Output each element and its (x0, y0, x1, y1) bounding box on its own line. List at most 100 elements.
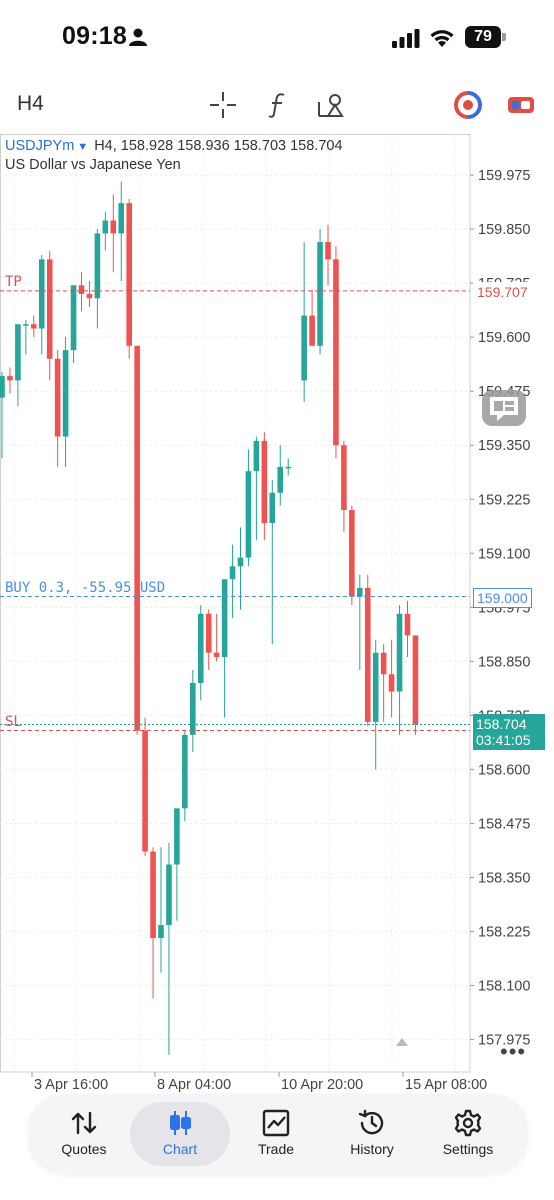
y-tick-label: 158.850 (478, 654, 530, 670)
chat-fab[interactable] (482, 390, 526, 426)
nav-chart[interactable]: Chart (130, 1102, 230, 1166)
candle-body (166, 864, 172, 926)
candle-body (158, 925, 164, 938)
candle-body (118, 203, 125, 234)
bottom-navigation: Quotes Chart Trade History Settings (28, 1094, 528, 1174)
y-tick-label: 158.600 (478, 762, 530, 778)
candle-body (110, 220, 117, 234)
candle-body (396, 613, 403, 692)
nav-settings[interactable]: Settings (418, 1102, 518, 1166)
timeframe-button[interactable]: H4 (17, 92, 44, 116)
y-tick-label: 158.100 (478, 979, 530, 995)
candle-body (94, 233, 101, 299)
candle-body (205, 613, 212, 653)
buy-order-text: BUY 0.3, -55.95 USD (5, 579, 166, 596)
y-tick-label: 159.350 (478, 438, 530, 454)
candle-body (62, 350, 69, 437)
nav-trade[interactable]: Trade (226, 1102, 326, 1166)
candle-body (54, 358, 61, 437)
candle-body (349, 510, 355, 597)
x-tick-label: 8 Apr 04:00 (157, 1077, 231, 1093)
candle-body (182, 734, 188, 809)
candle-body (31, 324, 37, 329)
candle-body (15, 324, 21, 381)
candle-body (7, 376, 13, 381)
candle-body (70, 285, 77, 351)
arrows-updown-icon (71, 1111, 97, 1135)
ohlc-values: H4, 158.928 158.936 158.703 158.704 (94, 138, 343, 154)
candle-body (150, 851, 156, 938)
current-price-tag: 158.704 03:41:05 (473, 714, 545, 751)
x-tick-label: 10 Apr 20:00 (281, 1077, 363, 1093)
candle-body (309, 315, 315, 346)
trend-chart-icon (262, 1109, 290, 1137)
battery-indicator: 79 (465, 26, 507, 48)
buy-order-label[interactable]: BUY 0.3, -55.95 USD (5, 580, 165, 596)
symbol-description: US Dollar vs Japanese Yen (5, 157, 181, 173)
battery-cap (502, 33, 506, 41)
symbol-name[interactable]: USDJPYm (5, 138, 74, 154)
drawing-objects-icon[interactable] (316, 90, 346, 120)
trade-panel-toggle-icon[interactable] (506, 90, 536, 120)
nav-history[interactable]: History (322, 1102, 422, 1166)
gear-icon (454, 1109, 482, 1137)
nav-quotes-label: Quotes (61, 1141, 107, 1157)
candle-body (213, 652, 220, 658)
candle-body (372, 652, 379, 722)
symbol-header: USDJPYm ▼ H4, 158.928 158.936 158.703 158.… (5, 138, 343, 154)
y-tick-label: 158.225 (478, 925, 530, 941)
candle-body (412, 635, 419, 725)
y-tick-label: 159.975 (478, 168, 530, 184)
nav-quotes[interactable]: Quotes (34, 1102, 134, 1166)
indicator-f-icon[interactable] (263, 90, 293, 120)
candle-body (142, 730, 148, 852)
candle-body (380, 652, 387, 675)
candle-body (333, 259, 339, 446)
more-options-icon[interactable]: ••• (500, 1039, 526, 1065)
candle-body (229, 566, 236, 580)
candle-body (388, 674, 395, 692)
nav-trade-label: Trade (257, 1141, 295, 1157)
person-icon (129, 28, 147, 46)
tp-price-tag: 159.707 (473, 281, 532, 302)
status-time: 09:18 (62, 22, 127, 50)
candle-body (253, 440, 260, 472)
buy-price-tag: 159.000 (473, 587, 532, 608)
crosshair-icon[interactable] (208, 90, 238, 120)
current-price: 158.704 (476, 716, 527, 733)
tp-label[interactable]: TP (5, 274, 22, 290)
candle-body (364, 587, 371, 722)
candle-body (190, 682, 196, 735)
candle-body (134, 345, 140, 731)
symbol-dropdown-icon[interactable]: ▼ (77, 141, 88, 153)
wifi-icon (430, 30, 454, 47)
history-clock-icon (358, 1109, 384, 1135)
chat-bubble-icon (490, 397, 518, 421)
candle-body (285, 466, 291, 469)
candle-body (341, 445, 347, 511)
y-tick-label: 158.350 (478, 870, 530, 886)
candlestick-chart[interactable]: 159.975159.850159.725159.600159.475159.3… (0, 134, 554, 1098)
candle-body (197, 613, 204, 683)
candle-body (221, 579, 228, 658)
candle-body (126, 203, 132, 346)
candle-body (301, 315, 307, 381)
candle-body (317, 242, 323, 346)
brand-logo-icon[interactable] (453, 90, 483, 120)
candle-body (174, 808, 180, 865)
sl-label[interactable]: SL (5, 714, 22, 730)
candles-icon (170, 1111, 191, 1135)
candle-body (404, 613, 411, 636)
cellular-signal-icon (392, 29, 420, 48)
nav-history-label: History (350, 1141, 394, 1157)
candle-body (261, 440, 268, 524)
candle-body (269, 492, 276, 524)
y-tick-label: 159.225 (478, 492, 530, 508)
candle-body (102, 220, 109, 234)
y-tick-label: 159.850 (478, 222, 530, 238)
price-chart[interactable]: 159.975159.850159.725159.600159.475159.3… (0, 134, 554, 1098)
candle-body (245, 471, 252, 558)
scroll-to-end-marker[interactable] (396, 1038, 408, 1046)
y-tick-label: 159.600 (478, 330, 530, 346)
candle-body (78, 285, 85, 294)
